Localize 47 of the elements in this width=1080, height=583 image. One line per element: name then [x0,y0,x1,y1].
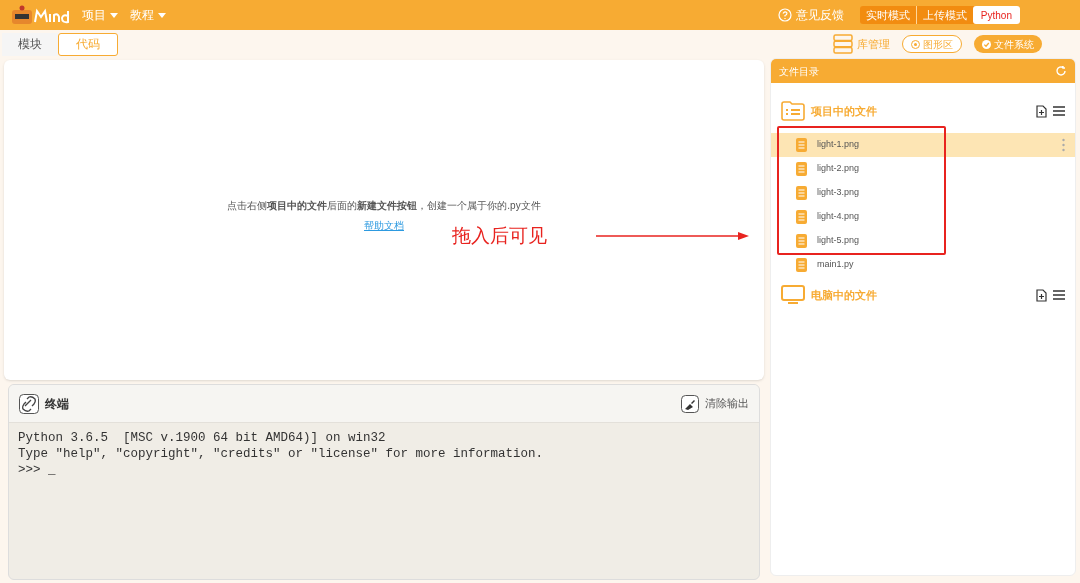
folder-list-icon [781,101,805,121]
section-title: 项目中的文件 [811,103,877,119]
file-row[interactable]: light-5.png [771,229,1075,253]
file-row[interactable]: light-2.png [771,157,1075,181]
mode-tab[interactable]: 上传模式 [915,6,973,24]
library-manager-button[interactable]: 库管理 [833,34,890,54]
caret-icon [110,12,118,18]
help-icon [777,8,792,22]
view-tab[interactable]: 模块 [2,32,58,56]
annotation-text: 拖入后可见 [452,224,547,248]
file-icon [796,210,807,224]
radio-icon [911,39,920,49]
file-icon [796,234,807,248]
file-row[interactable]: main1.py [771,253,1075,277]
link-icon [19,393,39,414]
mind-plus-logo-icon [10,4,72,26]
file-icon [796,138,807,152]
file-icon [796,186,807,200]
new-file-icon[interactable] [1036,288,1047,302]
feedback-button[interactable]: 意见反馈 [777,6,844,24]
terminal-title: 终端 [45,395,69,413]
caret-icon [158,12,166,18]
menu-icon[interactable] [1053,106,1065,116]
view-tab[interactable]: 代码 [58,32,118,56]
check-icon [982,39,991,49]
broom-icon [681,394,699,413]
file-system-button[interactable]: 文件系统 [974,35,1042,53]
new-file-icon[interactable] [1036,104,1047,118]
server-icon [833,34,853,54]
graphics-area-button[interactable]: 图形区 [902,35,962,53]
monitor-icon [781,285,805,305]
file-icon [796,258,807,272]
help-link[interactable]: 帮助文档 [364,217,404,233]
file-icon [796,162,807,176]
menu-icon[interactable] [1053,290,1065,300]
menu-button[interactable]: 教程 [130,6,166,24]
section-title: 电脑中的文件 [811,287,877,303]
editor-hint: 点击右侧项目中的文件后面的新建文件按钮，创建一个属于你的.py文件 [227,198,541,213]
menu-button[interactable]: 项目 [82,6,118,24]
file-row[interactable]: light-4.png [771,205,1075,229]
terminal-output: Python 3.6.5 [MSC v.1900 64 bit AMD64)] on win32 Type "help", "copyright", "credits" or "license" for more information. >>> _ [17,430,545,478]
file-row[interactable]: light-1.png [771,133,1075,157]
mode-tab[interactable]: Python [972,6,1020,24]
clear-output-button[interactable]: 清除输出 [681,394,749,413]
mode-tab[interactable]: 实时模式 [859,6,916,24]
file-row[interactable]: light-3.png [771,181,1075,205]
panel-title: 文件目录 [779,64,819,79]
